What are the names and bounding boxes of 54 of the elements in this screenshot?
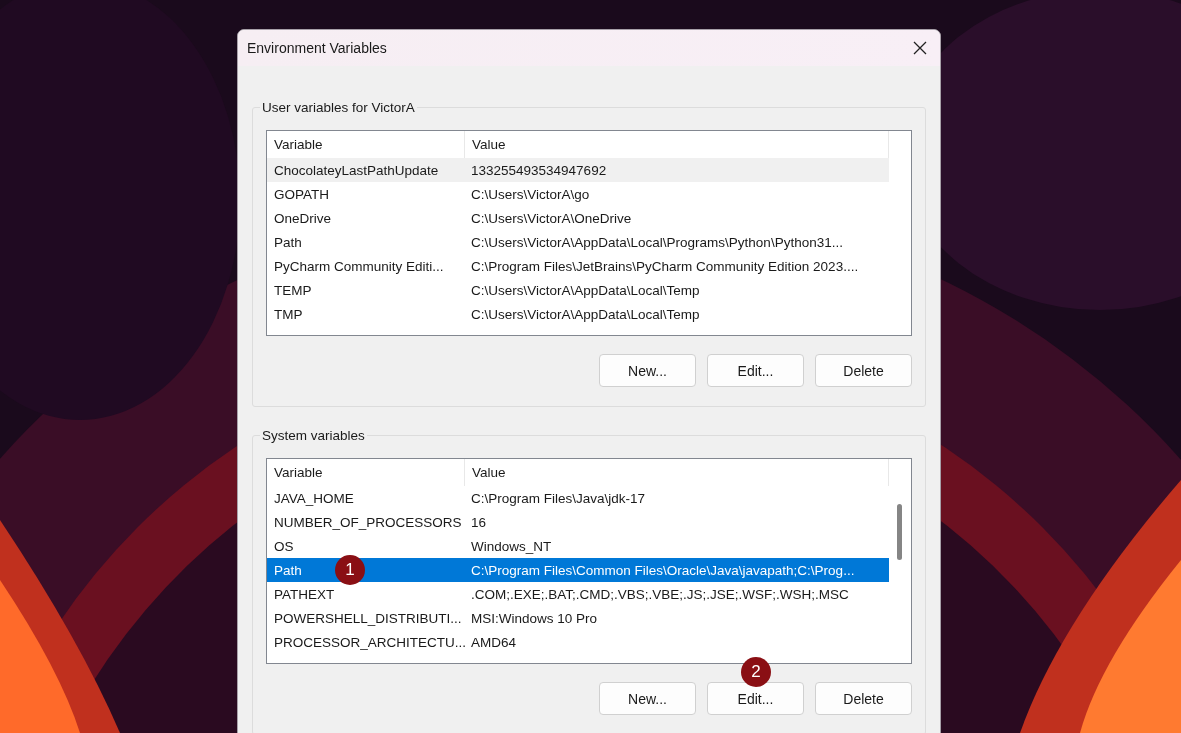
variable-name: PATHEXT (274, 586, 335, 602)
list-row[interactable]: OneDrive C:\Users\VictorA\OneDrive (267, 206, 889, 230)
list-row[interactable]: ChocolateyLastPathUpdate 133255493534947692 (267, 158, 889, 182)
variable-value: C:\Program Files\Common Files\Oracle\Java\javapath;C:\Prog... (471, 562, 855, 578)
list-row[interactable]: PATHEXT .COM;.EXE;.BAT;.CMD;.VBS;.VBE;.JS;.JSE;.WSF;.WSH;.MSC (267, 582, 889, 606)
variable-name: JAVA_HOME (274, 490, 354, 506)
variable-value: MSI:Windows 10 Pro (471, 610, 598, 626)
list-row[interactable]: Path 1 C:\Program Files\Common Files\Oracle\Java\javapath;C:\Prog... (267, 558, 889, 582)
variable-value: C:\Users\VictorA\AppData\Local\Temp (471, 306, 700, 322)
variable-name: TEMP (274, 282, 312, 298)
close-icon[interactable] (913, 41, 927, 55)
scrollbar-thumb[interactable] (897, 504, 902, 560)
dialog-button[interactable]: New... (599, 354, 696, 387)
list-row[interactable]: OS Windows_NT (267, 534, 889, 558)
variable-value: C:\Users\VictorA\AppData\Local\Programs\Python\Python31... (471, 234, 843, 250)
dialog-button[interactable]: New... (599, 682, 696, 715)
variable-value: C:\Users\VictorA\go (471, 186, 590, 202)
variable-value: Windows_NT (471, 538, 552, 554)
list-row[interactable]: Path C:\Users\VictorA\AppData\Local\Programs\Python\Python31... (267, 230, 889, 254)
list-row[interactable]: PyCharm Community Editi... C:\Program Files\JetBrains\PyCharm Community Edition 2023.... (267, 254, 889, 278)
list-row[interactable]: NUMBER_OF_PROCESSORS 16 (267, 510, 889, 534)
list-row[interactable]: POWERSHELL_DISTRIBUTI... MSI:Windows 10 Pro (267, 606, 889, 630)
list-row[interactable]: PROCESSOR_ARCHITECTU... AMD64 (267, 630, 889, 654)
variable-name: OneDrive (274, 210, 332, 226)
variable-value: C:\Program Files\Java\jdk-17 (471, 490, 646, 506)
list-row[interactable]: GOPATH C:\Users\VictorA\go (267, 182, 889, 206)
variable-name: PROCESSOR_ARCHITECTU... (274, 634, 467, 650)
variable-name: TMP (274, 306, 303, 322)
list-row[interactable]: TEMP C:\Users\VictorA\AppData\Local\Temp (267, 278, 889, 302)
variable-name: NUMBER_OF_PROCESSORS (274, 514, 462, 530)
variable-value: 133255493534947692 (471, 162, 607, 178)
dialog-button[interactable]: Delete (815, 682, 912, 715)
variable-name: Path (274, 234, 302, 250)
variable-name: OS (274, 538, 294, 554)
variable-value: 16 (471, 514, 487, 530)
list-row[interactable]: JAVA_HOME C:\Program Files\Java\jdk-17 (267, 486, 889, 510)
variable-name: ChocolateyLastPathUpdate (274, 162, 439, 178)
variable-name: POWERSHELL_DISTRIBUTI... (274, 610, 462, 626)
variable-name: GOPATH (274, 186, 329, 202)
column-header[interactable]: Variable (267, 459, 465, 486)
list-row[interactable]: TMP C:\Users\VictorA\AppData\Local\Temp (267, 302, 889, 326)
dialog-button[interactable]: Edit... (707, 354, 804, 387)
variable-value: .COM;.EXE;.BAT;.CMD;.VBS;.VBE;.JS;.JSE;.WSF;.WSH;.MSC (471, 586, 849, 602)
variable-value: C:\Program Files\JetBrains\PyCharm Community Edition 2023.... (471, 258, 859, 274)
window-title: Environment Variables (247, 40, 387, 56)
variable-value: C:\Users\VictorA\OneDrive (471, 210, 632, 226)
column-header[interactable]: Value (465, 459, 889, 486)
dialog-button[interactable]: Delete (815, 354, 912, 387)
dialog-button[interactable]: Edit... (707, 682, 804, 715)
variable-value: AMD64 (471, 634, 516, 650)
variable-name: Path (274, 562, 302, 578)
step-badge: 1 (335, 555, 365, 585)
variable-name: PyCharm Community Editi... (274, 258, 444, 274)
variable-value: C:\Users\VictorA\AppData\Local\Temp (471, 282, 700, 298)
